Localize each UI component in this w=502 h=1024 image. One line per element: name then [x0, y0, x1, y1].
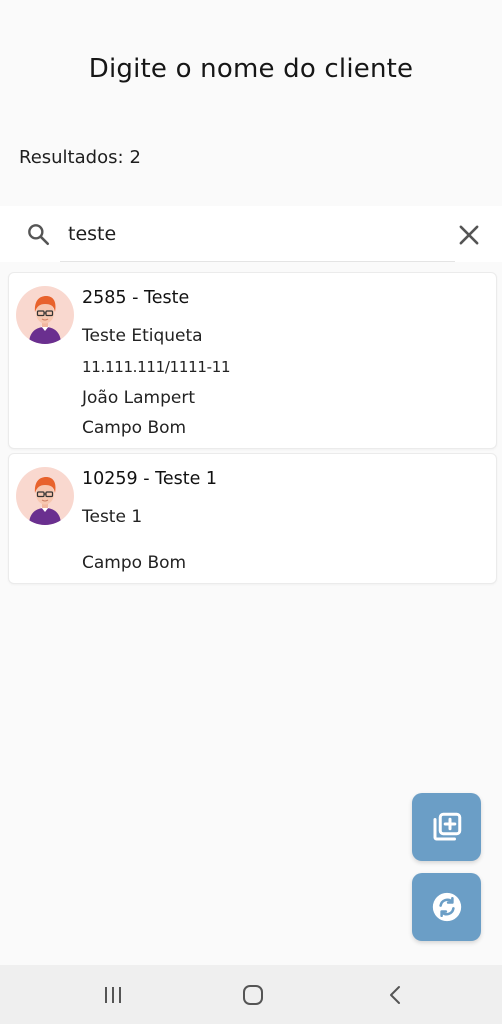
search-icon: [28, 224, 50, 246]
avatar: [16, 467, 74, 525]
client-search-screen: Digite o nome do cliente Resultados: 2 t…: [0, 0, 502, 1024]
results-count: Resultados: 2: [19, 147, 141, 168]
results-number: 2: [129, 147, 141, 168]
results-label: Resultados:: [19, 147, 124, 168]
add-client-button[interactable]: [412, 793, 481, 861]
client-document: 11.111.111/1111-11: [82, 358, 231, 376]
clear-search-icon[interactable]: [455, 221, 483, 249]
search-input[interactable]: [60, 212, 455, 262]
client-card[interactable]: 2585 - Teste Teste Etiqueta 11.111.111/1…: [8, 272, 497, 449]
back-button[interactable]: [382, 982, 408, 1008]
person-avatar-icon: [29, 296, 61, 344]
home-icon: [243, 985, 263, 1005]
avatar: [16, 286, 74, 344]
page-title: Digite o nome do cliente: [88, 54, 414, 84]
back-icon: [390, 986, 400, 1004]
home-button[interactable]: [240, 982, 266, 1008]
client-title: 10259 - Teste 1: [82, 469, 218, 489]
search-bar: [0, 206, 502, 262]
client-contact: João Lampert: [82, 388, 195, 408]
client-name: Teste Etiqueta: [82, 326, 203, 346]
person-avatar-icon: [29, 477, 61, 525]
client-city: Campo Bom: [82, 553, 187, 573]
add-copy-icon: [433, 812, 461, 841]
sync-icon: [432, 892, 461, 922]
client-name: Teste 1: [82, 507, 143, 527]
sync-button[interactable]: [412, 873, 481, 941]
system-navigation-bar: [0, 965, 502, 1024]
client-card[interactable]: 10259 - Teste 1 Teste 1 Campo Bom: [8, 453, 497, 584]
recent-apps-icon: [105, 987, 121, 1003]
recent-apps-button[interactable]: [100, 982, 126, 1008]
client-city: Campo Bom: [82, 418, 187, 438]
client-title: 2585 - Teste: [82, 288, 190, 308]
